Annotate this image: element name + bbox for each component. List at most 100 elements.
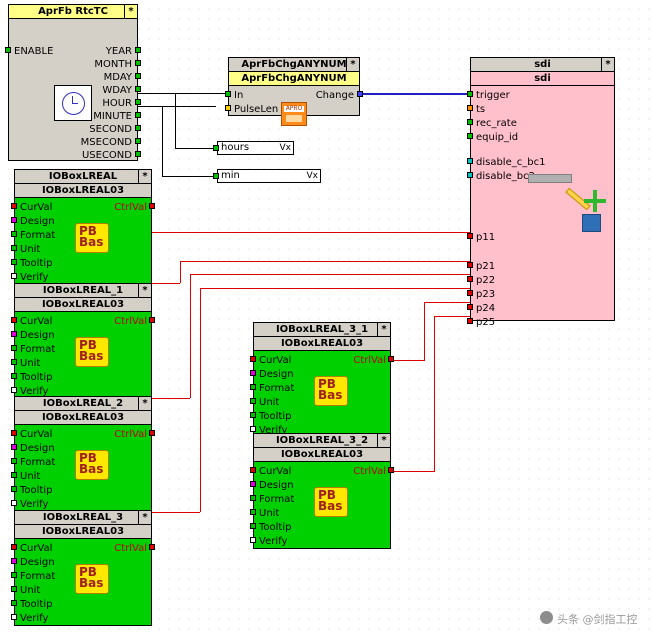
- pin-usecond[interactable]: [135, 151, 141, 157]
- pin-unit-1[interactable]: [11, 359, 17, 365]
- port-tooltip-2: Tooltip: [20, 485, 53, 496]
- pin-unit-3-1[interactable]: [250, 398, 256, 404]
- pin-format-3-2[interactable]: [250, 495, 256, 501]
- pin-min-box[interactable]: [213, 173, 219, 179]
- pin-design-1[interactable]: [11, 331, 17, 337]
- pin-ctrlval-1[interactable]: [149, 317, 155, 323]
- pin-design-3-1[interactable]: [250, 370, 256, 376]
- block-iobox-3-2[interactable]: IOBoxLREAL_3_2 * IOBoxLREAL03 CurVal Ctr…: [250, 433, 394, 549]
- pin-tooltip-3-2[interactable]: [250, 523, 256, 529]
- pin-disable-bc2[interactable]: [467, 172, 473, 178]
- pin-unit-3[interactable]: [11, 586, 17, 592]
- block-chganynum-star[interactable]: *: [346, 58, 359, 71]
- pin-verify-0[interactable]: [11, 273, 17, 279]
- pin-design-3-2[interactable]: [250, 481, 256, 487]
- pin-ctrlval-3-1[interactable]: [388, 356, 394, 362]
- pin-tooltip-1[interactable]: [11, 373, 17, 379]
- pin-unit-2[interactable]: [11, 472, 17, 478]
- pin-minute[interactable]: [135, 112, 141, 118]
- block-chganynum[interactable]: AprFbChgANYNUM * AprFbChgANYNUM In Pulse…: [225, 57, 363, 126]
- pin-design-0[interactable]: [11, 217, 17, 223]
- pin-p11[interactable]: [467, 233, 473, 239]
- pin-rec-rate[interactable]: [467, 119, 473, 125]
- block-iobox-1-star[interactable]: *: [138, 284, 151, 297]
- pin-equip-id[interactable]: [467, 133, 473, 139]
- pin-ctrlval-0[interactable]: [149, 203, 155, 209]
- block-rtctc[interactable]: AprFb RtcTC * ENABLE YEAR MONTH MDAY WDA…: [5, 4, 141, 161]
- pin-design-3[interactable]: [11, 558, 17, 564]
- pin-year[interactable]: [135, 47, 141, 53]
- wire-p24-a: [391, 360, 425, 361]
- wire-p25-a: [391, 471, 435, 472]
- pin-tooltip-2[interactable]: [11, 486, 17, 492]
- pin-unit-0[interactable]: [11, 245, 17, 251]
- port-disable-bc2: disable_bc2: [476, 171, 535, 182]
- pin-curval-2[interactable]: [11, 430, 17, 436]
- pin-in[interactable]: [225, 91, 231, 97]
- pin-curval-3[interactable]: [11, 544, 17, 550]
- block-iobox-1[interactable]: IOBoxLREAL_1 * IOBoxLREAL03 CurVal CtrlV…: [11, 283, 155, 399]
- pin-curval-3-2[interactable]: [250, 467, 256, 473]
- pin-ctrlval-2[interactable]: [149, 430, 155, 436]
- pin-p24[interactable]: [467, 304, 473, 310]
- pin-unit-3-2[interactable]: [250, 509, 256, 515]
- block-sdi-star[interactable]: *: [601, 58, 614, 71]
- pin-pulselen[interactable]: [225, 105, 231, 111]
- pin-tooltip-0[interactable]: [11, 259, 17, 265]
- pin-ts[interactable]: [467, 105, 473, 111]
- pin-p23[interactable]: [467, 290, 473, 296]
- pin-design-2[interactable]: [11, 444, 17, 450]
- pin-msecond[interactable]: [135, 138, 141, 144]
- pin-curval-1[interactable]: [11, 317, 17, 323]
- wire-p21-a: [152, 283, 180, 284]
- pin-format-0[interactable]: [11, 231, 17, 237]
- pin-p25[interactable]: [467, 318, 473, 324]
- block-iobox-3-2-star[interactable]: *: [377, 434, 390, 447]
- pin-verify-1[interactable]: [11, 387, 17, 393]
- pin-format-2[interactable]: [11, 458, 17, 464]
- pin-ctrlval-3-2[interactable]: [388, 467, 394, 473]
- block-sdi[interactable]: sdi * sdi trigger ts rec_rate equip_id d…: [467, 57, 615, 328]
- pin-curval-0[interactable]: [11, 203, 17, 209]
- block-iobox-2[interactable]: IOBoxLREAL_2 * IOBoxLREAL03 CurVal CtrlV…: [11, 396, 155, 512]
- pin-second[interactable]: [135, 125, 141, 131]
- pin-enable[interactable]: [5, 47, 11, 53]
- block-iobox-0[interactable]: IOBoxLREAL * IOBoxLREAL03 CurVal CtrlVal…: [11, 169, 155, 285]
- pin-mday[interactable]: [135, 73, 141, 79]
- block-rtctc-title: AprFb RtcTC *: [9, 5, 137, 19]
- block-iobox-2-star[interactable]: *: [138, 397, 151, 410]
- port-ts: ts: [476, 104, 486, 115]
- pin-verify-3[interactable]: [11, 614, 17, 620]
- textbox-min[interactable]: min Vx: [217, 169, 321, 183]
- block-iobox-3-1-star[interactable]: *: [377, 323, 390, 336]
- block-rtctc-star[interactable]: *: [124, 5, 137, 18]
- pin-disable-c-bc1[interactable]: [467, 158, 473, 164]
- pin-tooltip-3-1[interactable]: [250, 412, 256, 418]
- block-iobox-3[interactable]: IOBoxLREAL_3 * IOBoxLREAL03 CurVal CtrlV…: [11, 510, 155, 626]
- pin-p21[interactable]: [467, 262, 473, 268]
- pin-change[interactable]: [357, 91, 363, 97]
- pin-verify-3-2[interactable]: [250, 537, 256, 543]
- pin-format-1[interactable]: [11, 345, 17, 351]
- pin-tooltip-3[interactable]: [11, 600, 17, 606]
- pin-month[interactable]: [135, 60, 141, 66]
- pin-format-3-1[interactable]: [250, 384, 256, 390]
- block-iobox-3-1-title-text: IOBoxLREAL_3_1: [275, 324, 369, 335]
- pin-verify-2[interactable]: [11, 500, 17, 506]
- block-iobox-0-star[interactable]: *: [138, 170, 151, 183]
- sdi-handle[interactable]: [528, 174, 572, 183]
- pin-p22[interactable]: [467, 276, 473, 282]
- block-iobox-3-1[interactable]: IOBoxLREAL_3_1 * IOBoxLREAL03 CurVal Ctr…: [250, 322, 394, 438]
- pin-hours-box[interactable]: [213, 145, 219, 151]
- pin-verify-3-1[interactable]: [250, 426, 256, 432]
- pin-ctrlval-3[interactable]: [149, 544, 155, 550]
- block-iobox-3-star[interactable]: *: [138, 511, 151, 524]
- pin-hour[interactable]: [135, 99, 141, 105]
- pin-curval-3-1[interactable]: [250, 356, 256, 362]
- port-unit-3-1: Unit: [259, 397, 280, 408]
- pin-trigger[interactable]: [467, 91, 473, 97]
- textbox-hours[interactable]: hours Vx: [217, 141, 294, 155]
- fbd-editor-canvas[interactable]: AprFb RtcTC * ENABLE YEAR MONTH MDAY WDA…: [0, 0, 655, 634]
- pin-wday[interactable]: [135, 86, 141, 92]
- pin-format-3[interactable]: [11, 572, 17, 578]
